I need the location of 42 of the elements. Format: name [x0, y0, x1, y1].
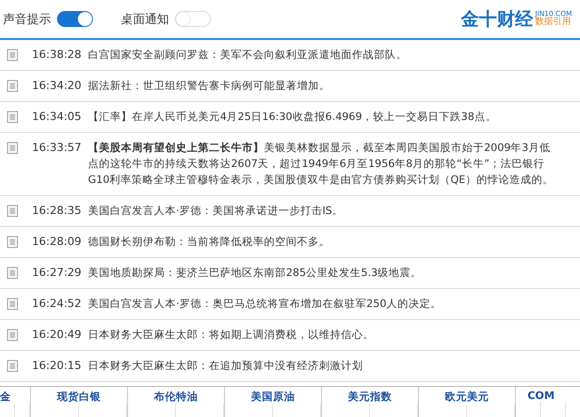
document-icon[interactable]	[7, 80, 18, 92]
news-text: 美国地质勘探局：斐济兰巴萨地区东南部285公里处发生5.3级地震。	[88, 266, 422, 281]
document-icon[interactable]	[7, 49, 18, 61]
news-text: 德国财长朔伊布勒：当前将降低税率的空间不多。	[88, 235, 330, 250]
news-time: 16:24:52	[32, 296, 82, 312]
ticker-label[interactable]: 欧元美元	[445, 387, 489, 404]
toggle-label: 声音提示	[3, 10, 51, 28]
document-icon[interactable]	[7, 142, 18, 154]
news-time: 16:20:15	[32, 358, 82, 374]
ticker-label[interactable]: 美国原油	[251, 387, 295, 404]
news-time: 16:34:20	[32, 78, 82, 94]
document-icon[interactable]	[7, 205, 18, 217]
ticker-label[interactable]: 金	[0, 387, 11, 404]
toggle-label: 桌面通知	[121, 10, 169, 28]
document-icon[interactable]	[7, 298, 18, 310]
toggle-switch[interactable]	[57, 11, 93, 27]
news-text: 日本财务大臣麻生太郎：在追加预算中没有经济刺激计划	[88, 359, 363, 374]
logo-text: 金十财经	[461, 8, 534, 31]
news-text: 【美股本周有望创史上第二长牛市】美银美林数据显示，截至本周四美国股市始于2009年3月低点的这轮牛市的持续天数将达2607天，超过1949年6月至1956年8月的那轮“长牛”；法巴银行G10利率策略全球主管穆特金表示，美国股债双牛是由官方债券购买计划（QE）的悖论造成的。	[88, 140, 554, 188]
document-icon[interactable]	[7, 236, 18, 248]
news-text: 【汇率】在岸人民币兑美元4月25日16:30收盘报6.4969，较上一交易日下跌38点。	[88, 110, 496, 125]
document-icon[interactable]	[7, 329, 18, 341]
ticker-label[interactable]: COM	[527, 387, 555, 402]
news-time: 16:20:49	[32, 327, 82, 343]
news-time: 16:28:09	[32, 234, 82, 250]
document-icon[interactable]	[7, 267, 18, 279]
news-text: 白宫国家安全副顾问罗兹：美军不会向叙利亚派遣地面作战部队。	[88, 48, 407, 63]
ticker-label[interactable]: 美元指数	[348, 387, 392, 404]
ticker-label[interactable]: 布伦特油	[154, 387, 198, 404]
news-text: 据法新社：世卫组织警告寨卡病例可能显著增加。	[88, 79, 330, 94]
ticker-label[interactable]: 现货白银	[57, 387, 101, 404]
news-time: 16:27:29	[32, 265, 82, 281]
document-icon[interactable]	[7, 360, 18, 372]
news-time: 16:38:28	[32, 47, 82, 63]
news-time: 16:33:57	[32, 140, 82, 156]
news-text: 美国白宫发言人本·罗德：奥巴马总统将宣布增加在叙驻军250人的决定。	[88, 297, 442, 312]
logo-tagline: 数据引用	[535, 18, 572, 27]
document-icon[interactable]	[7, 111, 18, 123]
news-text: 美国白宫发言人本·罗德：美国将承诺进一步打击IS。	[88, 204, 344, 219]
news-time: 16:34:05	[32, 109, 82, 125]
news-time: 16:28:35	[32, 203, 82, 219]
news-text: 日本财务大臣麻生太郎：将如期上调消费税，以维持信心。	[88, 328, 374, 343]
